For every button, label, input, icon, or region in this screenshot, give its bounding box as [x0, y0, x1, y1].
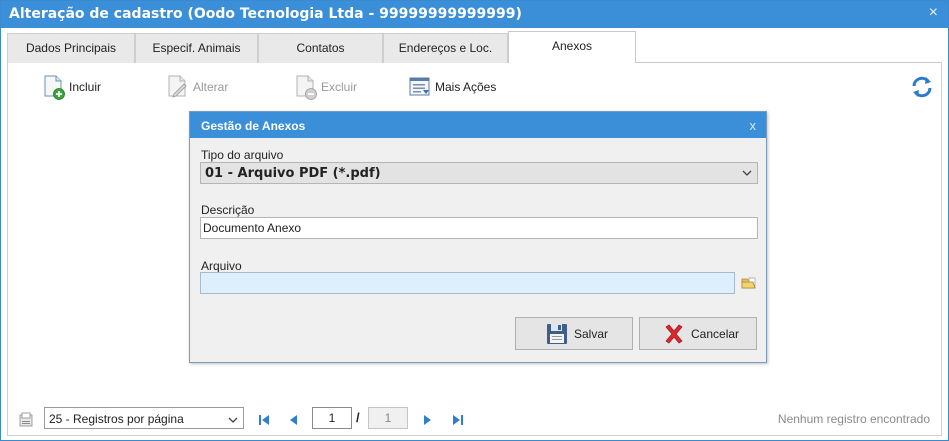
- folder-open-icon[interactable]: [741, 276, 757, 290]
- excluir-label: Excluir: [321, 80, 358, 94]
- red-x-icon: [662, 322, 686, 346]
- current-page-input[interactable]: 1: [312, 407, 352, 429]
- last-page-icon[interactable]: [450, 412, 466, 428]
- arquivo-input[interactable]: [200, 272, 735, 294]
- cancelar-button[interactable]: Cancelar: [639, 317, 757, 350]
- alterar-label: Alterar: [193, 80, 229, 94]
- salvar-label: Salvar: [574, 326, 609, 341]
- arquivo-label: Arquivo: [201, 259, 242, 273]
- descricao-input[interactable]: [200, 217, 758, 239]
- prev-page-icon[interactable]: [286, 412, 302, 428]
- dialog-close-button[interactable]: x: [750, 118, 757, 133]
- tab-contatos[interactable]: Contatos: [258, 33, 383, 63]
- next-page-icon[interactable]: [419, 412, 435, 428]
- pagination-bar: 25 - Registros por página 1 / 1 Nenhum r…: [0, 405, 947, 433]
- tab-dados-principais[interactable]: Dados Principais: [7, 33, 135, 63]
- alterar-button[interactable]: Alterar: [166, 73, 228, 101]
- refresh-icon: [909, 76, 935, 102]
- tipo-arquivo-select[interactable]: 01 - Arquivo PDF (*.pdf): [200, 162, 758, 184]
- floppy-disk-icon: [545, 322, 569, 346]
- mais-acoes-button[interactable]: Mais Ações: [408, 73, 496, 101]
- cancelar-label: Cancelar: [691, 326, 740, 341]
- salvar-button[interactable]: Salvar: [515, 317, 633, 350]
- list-actions-icon: [408, 74, 432, 100]
- chevron-down-icon: [228, 414, 238, 424]
- tipo-arquivo-value: 01 - Arquivo PDF (*.pdf): [205, 166, 381, 181]
- excluir-button[interactable]: Excluir: [294, 73, 357, 101]
- chevron-down-icon: [742, 167, 752, 177]
- per-page-select[interactable]: 25 - Registros por página: [44, 407, 244, 429]
- window-close-button[interactable]: ×: [929, 4, 938, 22]
- incluir-label: Incluir: [69, 80, 102, 94]
- per-page-value: 25 - Registros por página: [49, 412, 184, 426]
- records-status: Nenhum registro encontrado: [777, 412, 930, 426]
- window-titlebar: Alteração de cadastro (Oodo Tecnologia L…: [1, 1, 948, 28]
- total-pages: 1: [368, 407, 408, 429]
- dialog-title: Gestão de Anexos: [201, 119, 306, 133]
- descricao-label: Descrição: [201, 203, 255, 217]
- refresh-button[interactable]: [909, 75, 935, 99]
- tipo-arquivo-label: Tipo do arquivo: [201, 148, 284, 162]
- document-remove-icon: [294, 74, 318, 100]
- document-add-icon: [42, 74, 66, 100]
- gestao-anexos-dialog: Gestão de Anexos x Tipo do arquivo 01 - …: [189, 111, 767, 363]
- document-edit-icon: [166, 74, 190, 100]
- page-separator: /: [356, 410, 360, 425]
- mais-acoes-label: Mais Ações: [435, 80, 497, 94]
- tab-especif-animais[interactable]: Especif. Animais: [135, 33, 258, 63]
- incluir-button[interactable]: Incluir: [42, 73, 101, 101]
- tab-bar: Dados Principais Especif. Animais Contat…: [7, 31, 942, 64]
- tab-enderecos[interactable]: Endereços e Loc.: [383, 33, 508, 63]
- tab-anexos[interactable]: Anexos: [508, 31, 636, 64]
- export-icon[interactable]: [18, 412, 34, 428]
- first-page-icon[interactable]: [256, 412, 272, 428]
- window-title: Alteração de cadastro (Oodo Tecnologia L…: [9, 6, 522, 22]
- dialog-titlebar: Gestão de Anexos x: [190, 112, 766, 138]
